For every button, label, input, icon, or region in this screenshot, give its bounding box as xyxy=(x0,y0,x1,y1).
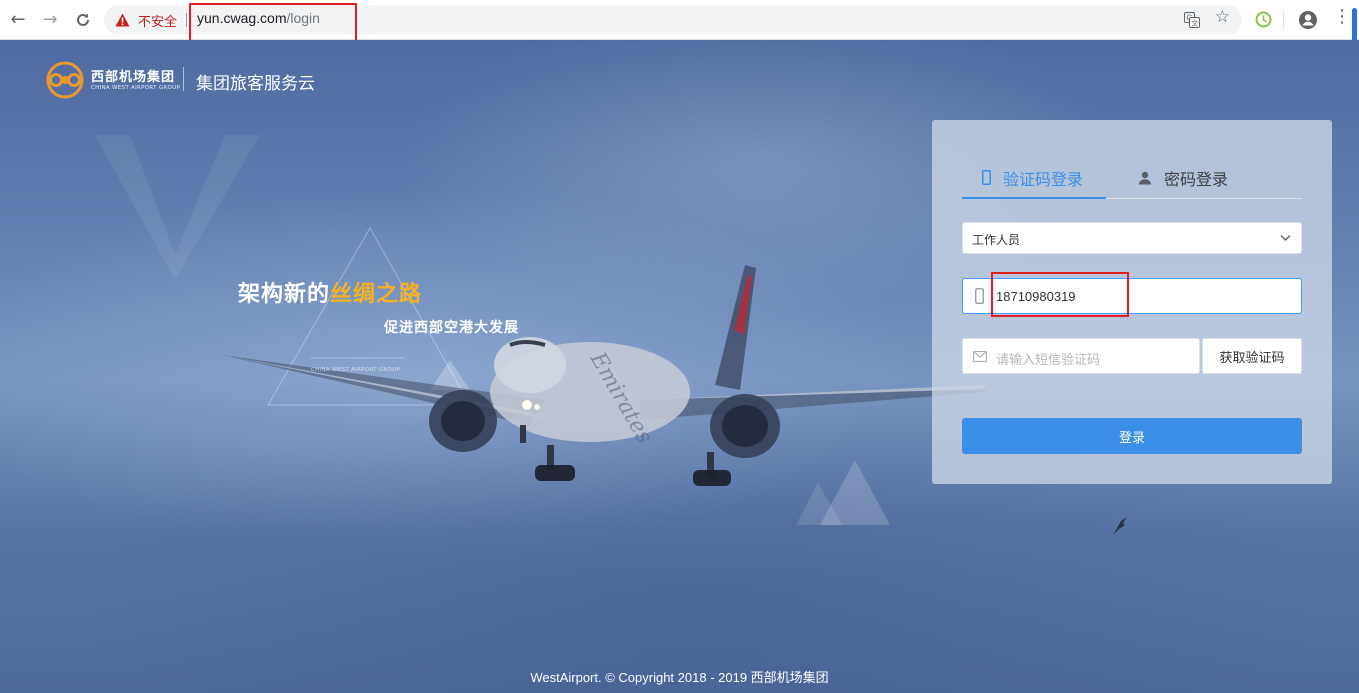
back-icon[interactable]: ← xyxy=(7,9,29,31)
mail-icon xyxy=(973,351,987,362)
address-bar[interactable]: 不安全 yun.cwag.com/login G 文 ☆ xyxy=(104,5,1242,35)
translate-icon[interactable]: G 文 xyxy=(1184,12,1200,28)
mobile-icon xyxy=(982,170,991,185)
role-select[interactable]: 工作人员 xyxy=(962,222,1302,254)
tab-sms-login[interactable]: 验证码登录 xyxy=(962,158,1106,199)
warning-icon xyxy=(115,13,130,27)
extension-icon[interactable] xyxy=(1255,11,1272,28)
slogan-highlight: 丝绸之路 xyxy=(330,282,423,307)
star-icon[interactable]: ☆ xyxy=(1215,9,1230,26)
brand-name-en: CHINA WEST AIRPORT GROUP xyxy=(91,85,181,91)
brand-logo xyxy=(46,61,84,99)
slogan-prefix: 架构新的 xyxy=(238,282,331,307)
insecure-label[interactable]: 不安全 xyxy=(138,11,177,30)
url-path: /login xyxy=(286,10,320,26)
sms-code-input[interactable]: 请输入短信验证码 xyxy=(962,338,1200,374)
reload-icon[interactable] xyxy=(72,9,94,31)
brand-name: 西部机场集团 xyxy=(91,70,176,85)
svg-text:文: 文 xyxy=(1191,19,1198,28)
tab-sms-login-label: 验证码登录 xyxy=(1003,169,1084,189)
login-button[interactable]: 登录 xyxy=(962,418,1302,454)
omnibox-divider xyxy=(186,13,187,27)
login-panel: 验证码登录 密码登录 工作人员 18710980319 请输入短信验证码 获取验… xyxy=(932,120,1332,484)
phone-input-value: 18710980319 xyxy=(996,289,1076,304)
tab-password-login[interactable]: 密码登录 xyxy=(1138,158,1228,198)
phone-input[interactable]: 18710980319 xyxy=(962,278,1302,314)
slogan-tagline: CHINA WEST AIRPORT GROUP xyxy=(311,367,401,373)
role-select-value: 工作人员 xyxy=(972,233,1021,247)
get-code-button[interactable]: 获取验证码 xyxy=(1202,338,1302,374)
sms-code-placeholder: 请输入短信验证码 xyxy=(996,353,1101,368)
mobile-icon xyxy=(975,288,984,304)
url-text[interactable]: yun.cwag.com/login xyxy=(197,10,320,26)
chevron-down-icon xyxy=(1280,235,1291,241)
menu-icon[interactable]: ⋮ xyxy=(1333,8,1351,26)
toolbar-divider xyxy=(1283,11,1284,29)
profile-icon[interactable] xyxy=(1298,10,1318,30)
browser-toolbar: ← → 不安全 yun.cwag.com/login G 文 ☆ ⋮ xyxy=(0,0,1359,60)
copyright-footer: WestAirport. © Copyright 2018 - 2019 西部机… xyxy=(530,670,829,685)
page-title: 集团旅客服务云 xyxy=(196,74,315,94)
slogan-subtitle: 促进西部空港大发展 xyxy=(384,320,519,336)
forward-icon[interactable]: → xyxy=(39,9,61,31)
slogan-headline: 架构新的丝绸之路 xyxy=(238,276,422,308)
user-icon xyxy=(1138,171,1152,185)
login-tabs: 验证码登录 密码登录 xyxy=(962,158,1302,199)
brand-divider xyxy=(183,67,184,91)
tab-password-login-label: 密码登录 xyxy=(1164,170,1229,189)
url-host: yun.cwag.com xyxy=(197,10,287,26)
